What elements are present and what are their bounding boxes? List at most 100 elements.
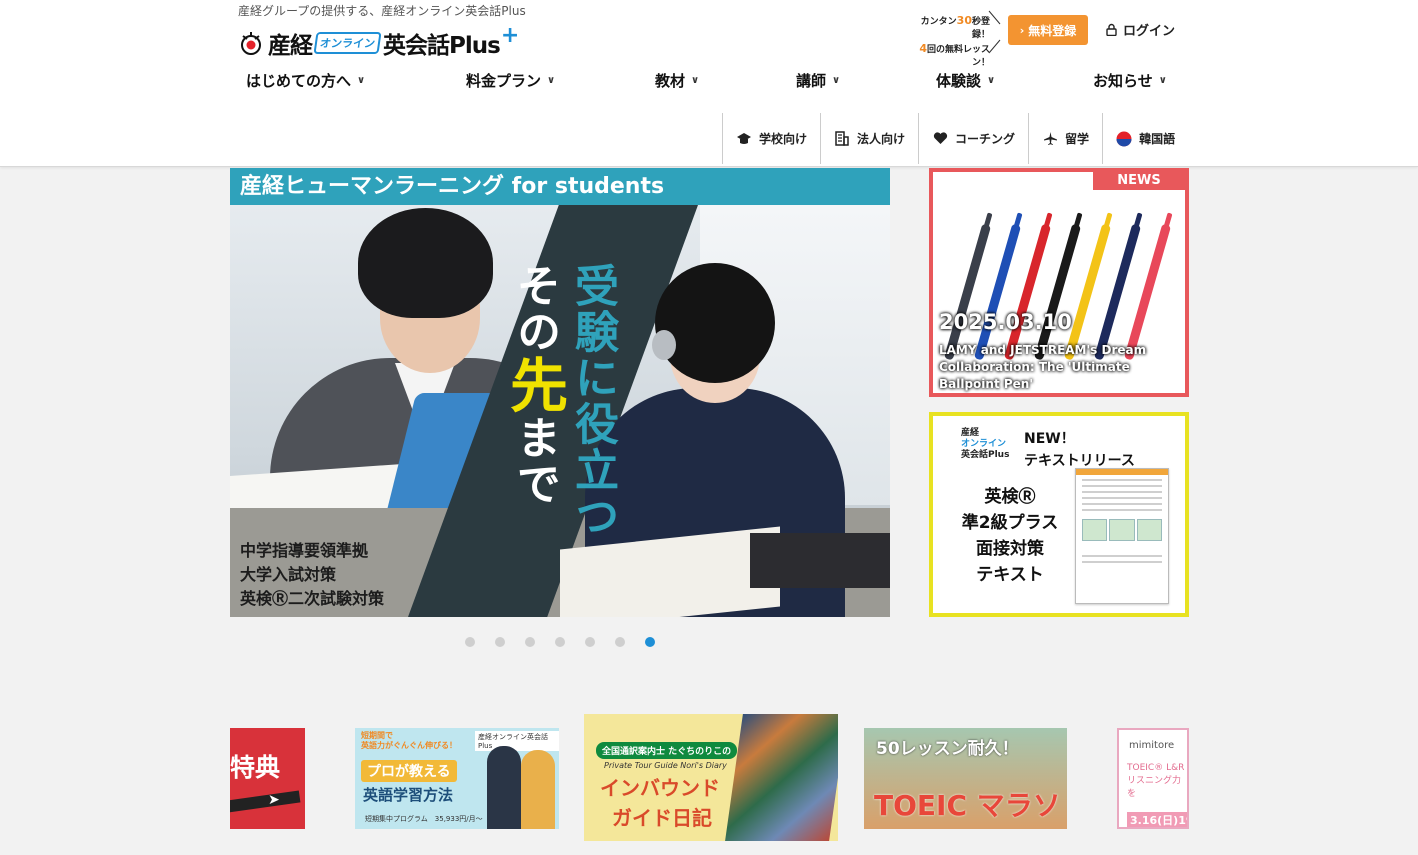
banner-mimitore[interactable]: mimitore TOEIC® L&R リスニング力を 3.16(日)19: <box>1117 728 1189 829</box>
nav-item-testimonials[interactable]: 体験談 ∨ <box>936 70 995 91</box>
slider-dot[interactable] <box>495 637 505 647</box>
subnav-item-schools[interactable]: 学校向け <box>723 113 822 164</box>
promo-highlight: 4 <box>919 42 927 55</box>
building-icon <box>834 131 850 147</box>
banner-inbound-guide[interactable]: 全国通訳案内士 たぐちのりこの Private Tour Guide Nori'… <box>584 714 838 841</box>
logo-text-sankei: 産経 <box>268 33 313 59</box>
chevron-down-icon: ∨ <box>832 75 841 86</box>
nav-item-label: お知らせ <box>1093 72 1153 90</box>
promo-text: カンタン <box>920 17 957 27</box>
subnav-label: コーチング <box>955 132 1016 146</box>
banner-headline-2: 英語学習方法 <box>363 786 454 804</box>
banner-stripe <box>230 790 301 814</box>
banner-ribbon: 全国通訳案内士 たぐちのりこの <box>596 742 738 759</box>
banner-brand: mimitore <box>1129 740 1175 751</box>
hero-feature: 大学入試対策 <box>240 565 337 584</box>
banner-logo-tag: 産経オンライン英会話Plus <box>475 731 559 751</box>
graduation-cap-icon <box>736 131 752 147</box>
heart-icon <box>932 131 948 147</box>
nav-item-label: 教材 <box>655 72 686 90</box>
banner-small-line: 短期間で <box>361 731 393 740</box>
subnav-item-korean[interactable]: 韓国語 <box>1103 113 1188 164</box>
chevron-right-icon: › <box>1019 23 1025 37</box>
slider-dot[interactable] <box>585 637 595 647</box>
banner-date: 3.16(日)19: <box>1127 812 1187 827</box>
news-date: 2025.03.10 <box>939 310 1072 334</box>
banner-title-1: 50レッスン耐久！ <box>876 739 1019 759</box>
nav-item-beginners[interactable]: はじめての方へ ∨ <box>246 70 365 91</box>
hero-feature: 中学指導要領準拠 <box>240 541 369 560</box>
textbook-title-line: 面接対策 <box>976 539 1044 559</box>
chevron-down-icon: ∨ <box>547 75 556 86</box>
banner-title-2: TOEIC マラソン <box>874 789 1061 822</box>
chevron-down-icon: ∨ <box>691 75 700 86</box>
nav-item-pricing[interactable]: 料金プラン ∨ <box>466 70 555 91</box>
banner-toeic-marathon[interactable]: 50レッスン耐久！ TOEIC マラソン <box>864 728 1067 829</box>
login-link[interactable]: ログイン <box>1106 20 1175 39</box>
signup-promo: カンタン30秒登録！ 4回の無料レッスン！ <box>904 10 1001 68</box>
slider-dots <box>465 637 655 647</box>
cursor-icon: ➤ <box>268 792 280 808</box>
nav-item-news[interactable]: お知らせ ∨ <box>1093 70 1167 91</box>
logo-badge-online: オンライン <box>313 32 382 54</box>
hero-vertical-copy-b: その先まで <box>492 263 576 507</box>
nav-item-materials[interactable]: 教材 ∨ <box>655 70 699 91</box>
logo-plus-mark: + <box>500 22 520 48</box>
banner-subtitle: TOEIC® L&R リスニング力を <box>1127 762 1187 801</box>
nav-item-label: 料金プラン <box>466 72 542 90</box>
site-logo[interactable]: 産経 オンライン 英会話Plus + <box>238 23 519 59</box>
banner-bonus[interactable]: 特典 ➤ <box>230 728 305 829</box>
news-title: LAMY and JETSTREAM's Dream Collaboration… <box>939 343 1147 391</box>
banner-small-line: 英語力がぐんぐん伸びる！ <box>361 741 457 750</box>
banner-person-image <box>521 750 555 829</box>
subnav-label: 留学 <box>1065 132 1090 146</box>
slider-dot[interactable] <box>525 637 535 647</box>
promo-text: 回の無料レッスン！ <box>926 45 990 68</box>
slider-dot[interactable] <box>615 637 625 647</box>
textbook-page-preview <box>1075 468 1169 604</box>
nav-item-teachers[interactable]: 講師 ∨ <box>796 70 840 91</box>
sub-nav: 学校向け 法人向け コーチング 留学 韓国語 <box>722 113 1188 164</box>
textbook-release-card[interactable]: 産経 オンライン 英会話Plus NEW！ テキストリリース 英検Ⓡ 準2級プラ… <box>929 412 1189 617</box>
news-tag: NEWS <box>1093 172 1185 190</box>
textbook-announcement: NEW！ テキストリリース <box>1024 428 1135 472</box>
slider-dot-active[interactable] <box>645 637 655 647</box>
banner-photo-collage <box>725 714 838 841</box>
banner-small-text: 短期間で 英語力がぐんぐん伸びる！ <box>361 731 457 751</box>
subnav-item-coaching[interactable]: コーチング <box>919 113 1030 164</box>
mini-logo-line: 産経 <box>961 428 980 438</box>
nav-item-label: はじめての方へ <box>246 72 352 90</box>
banner-footnote: 短期集中プログラム 35,933円/月～ <box>365 815 483 823</box>
news-card[interactable]: NEWS 2025.03.10 LAMY and JETSTREAM's Dre… <box>929 168 1189 397</box>
textbook-new-label: NEW！ <box>1024 431 1075 447</box>
banner-subtitle-line: TOEIC® L&R <box>1127 763 1185 773</box>
hero-slide[interactable]: 産経ヒューマンラーニング for students 受験に役立つ その先まで 中… <box>230 168 890 617</box>
free-signup-button[interactable]: › 無料登録 <box>1008 15 1088 45</box>
hero-photo-hair <box>358 208 493 318</box>
promo-highlight: 30 <box>956 14 972 27</box>
banner-study-method[interactable]: 短期間で 英語力がぐんぐん伸びる！ 産経オンライン英会話Plus プロが教える 英… <box>355 728 559 829</box>
mini-logo: 産経 オンライン 英会話Plus <box>961 428 1009 461</box>
hero-copy-text: その <box>509 263 560 355</box>
hero-features: 中学指導要領準拠 大学入試対策 英検Ⓡ二次試験対策 <box>240 539 384 611</box>
subnav-label: 法人向け <box>857 132 906 146</box>
slider-dot[interactable] <box>555 637 565 647</box>
slider-dot[interactable] <box>465 637 475 647</box>
textbook-title: 英検Ⓡ 準2級プラス 面接対策 テキスト <box>955 484 1065 588</box>
korea-flag-icon <box>1116 131 1132 147</box>
signup-label: 無料登録 <box>1028 23 1077 38</box>
subnav-item-corporate[interactable]: 法人向け <box>821 113 920 164</box>
login-label: ログイン <box>1123 24 1176 39</box>
subnav-label: 学校向け <box>759 132 808 146</box>
nav-item-label: 体験談 <box>936 72 982 90</box>
hero-copy-highlight: 先 <box>500 355 568 415</box>
hero-copy-text: まで <box>509 415 560 507</box>
airplane-icon <box>1042 131 1058 147</box>
site-tagline: 産経グループの提供する、産経オンライン英会話Plus <box>238 4 526 18</box>
hero-photo-laptop <box>750 533 890 588</box>
banner-title-2: ガイド日記 <box>612 806 712 830</box>
lock-icon <box>1106 23 1117 37</box>
subnav-item-study-abroad[interactable]: 留学 <box>1029 113 1104 164</box>
chevron-down-icon: ∨ <box>357 75 366 86</box>
promo-divider-icon <box>988 10 1001 54</box>
